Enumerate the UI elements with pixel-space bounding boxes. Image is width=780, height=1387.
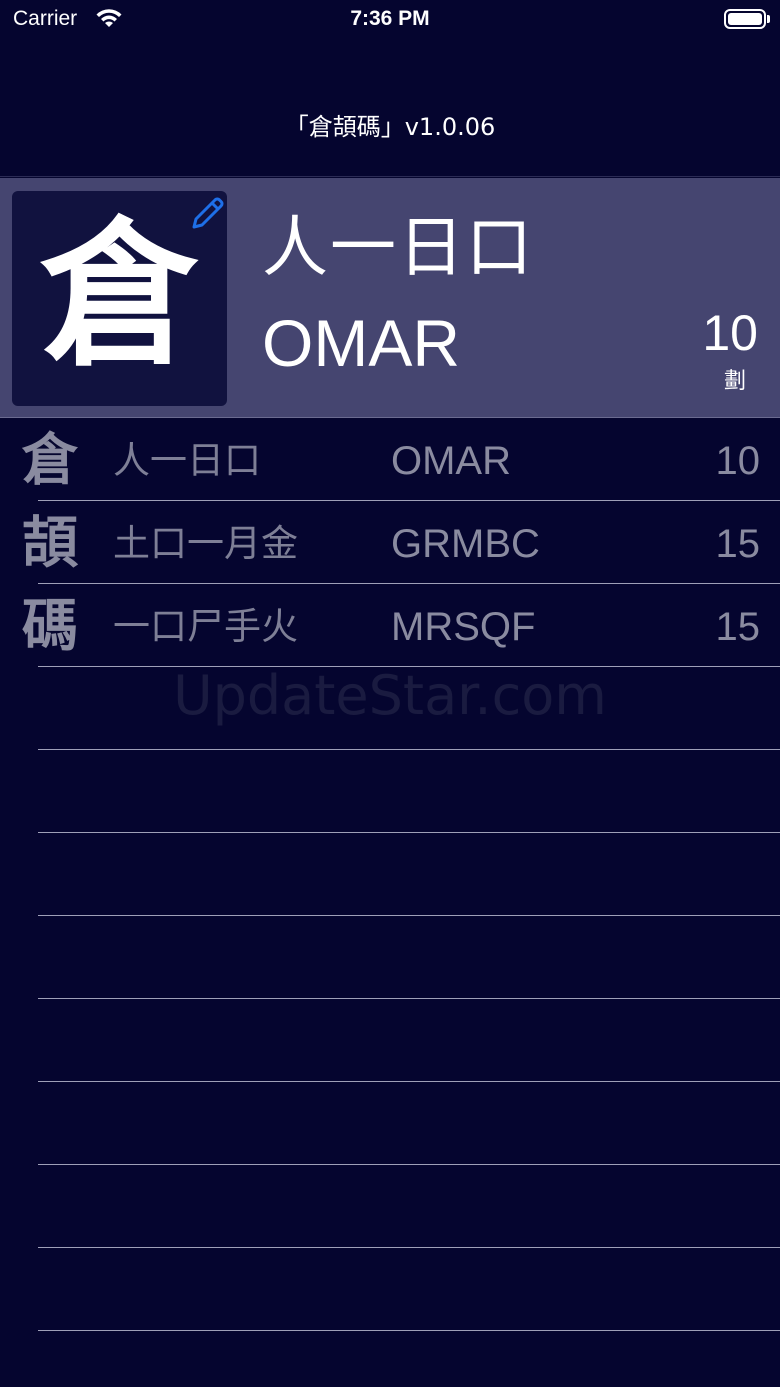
row-stroke-count: 10 bbox=[715, 439, 761, 483]
current-stroke-count: 10 bbox=[702, 305, 758, 361]
current-character-card: 倉 人一日口 OMAR 10 劃 bbox=[0, 178, 780, 418]
list-item[interactable] bbox=[0, 667, 780, 750]
row-radicals: 土口一月金 bbox=[113, 522, 298, 565]
character-input-box[interactable]: 倉 bbox=[12, 191, 227, 406]
list-item[interactable] bbox=[0, 1248, 780, 1331]
list-item[interactable]: 倉人一日口 OMAR 10 bbox=[0, 418, 780, 501]
row-character: 碼 bbox=[22, 594, 78, 659]
nav-bar: 「倉頡碼」v1.0.06 bbox=[0, 40, 780, 177]
current-radicals: 人一日口 bbox=[262, 209, 534, 286]
row-radicals: 一口尸手火 bbox=[113, 605, 298, 648]
list-item[interactable]: 頡土口一月金 GRMBC 15 bbox=[0, 501, 780, 584]
list-item[interactable] bbox=[0, 916, 780, 999]
status-bar: Carrier 7:36 PM bbox=[0, 0, 780, 40]
row-separator bbox=[38, 1330, 780, 1331]
list-item[interactable] bbox=[0, 1165, 780, 1248]
status-time: 7:36 PM bbox=[350, 7, 430, 30]
row-code: MRSQF bbox=[391, 605, 536, 649]
row-stroke-count: 15 bbox=[715, 605, 761, 649]
row-character: 倉 bbox=[22, 428, 78, 493]
list-item[interactable] bbox=[0, 999, 780, 1082]
character-list: 倉人一日口 OMAR 10 頡土口一月金 GRMBC 15 碼一口尸手火 MRSQF 15 bbox=[0, 418, 780, 1331]
row-stroke-count: 15 bbox=[715, 522, 761, 566]
row-radicals: 人一日口 bbox=[113, 439, 261, 482]
row-code: GRMBC bbox=[391, 522, 540, 566]
row-character: 頡 bbox=[22, 511, 78, 576]
battery-icon bbox=[724, 9, 766, 29]
nav-title: 「倉頡碼」v1.0.06 bbox=[284, 113, 496, 141]
battery-cap bbox=[767, 15, 770, 23]
row-code: OMAR bbox=[391, 439, 511, 483]
list-item[interactable] bbox=[0, 833, 780, 916]
list-item[interactable]: 碼一口尸手火 MRSQF 15 bbox=[0, 584, 780, 667]
list-item[interactable] bbox=[0, 1082, 780, 1165]
pencil-icon[interactable] bbox=[186, 193, 228, 235]
stroke-unit-label: 劃 bbox=[723, 369, 746, 394]
current-code: OMAR bbox=[262, 306, 460, 380]
list-item[interactable] bbox=[0, 750, 780, 833]
